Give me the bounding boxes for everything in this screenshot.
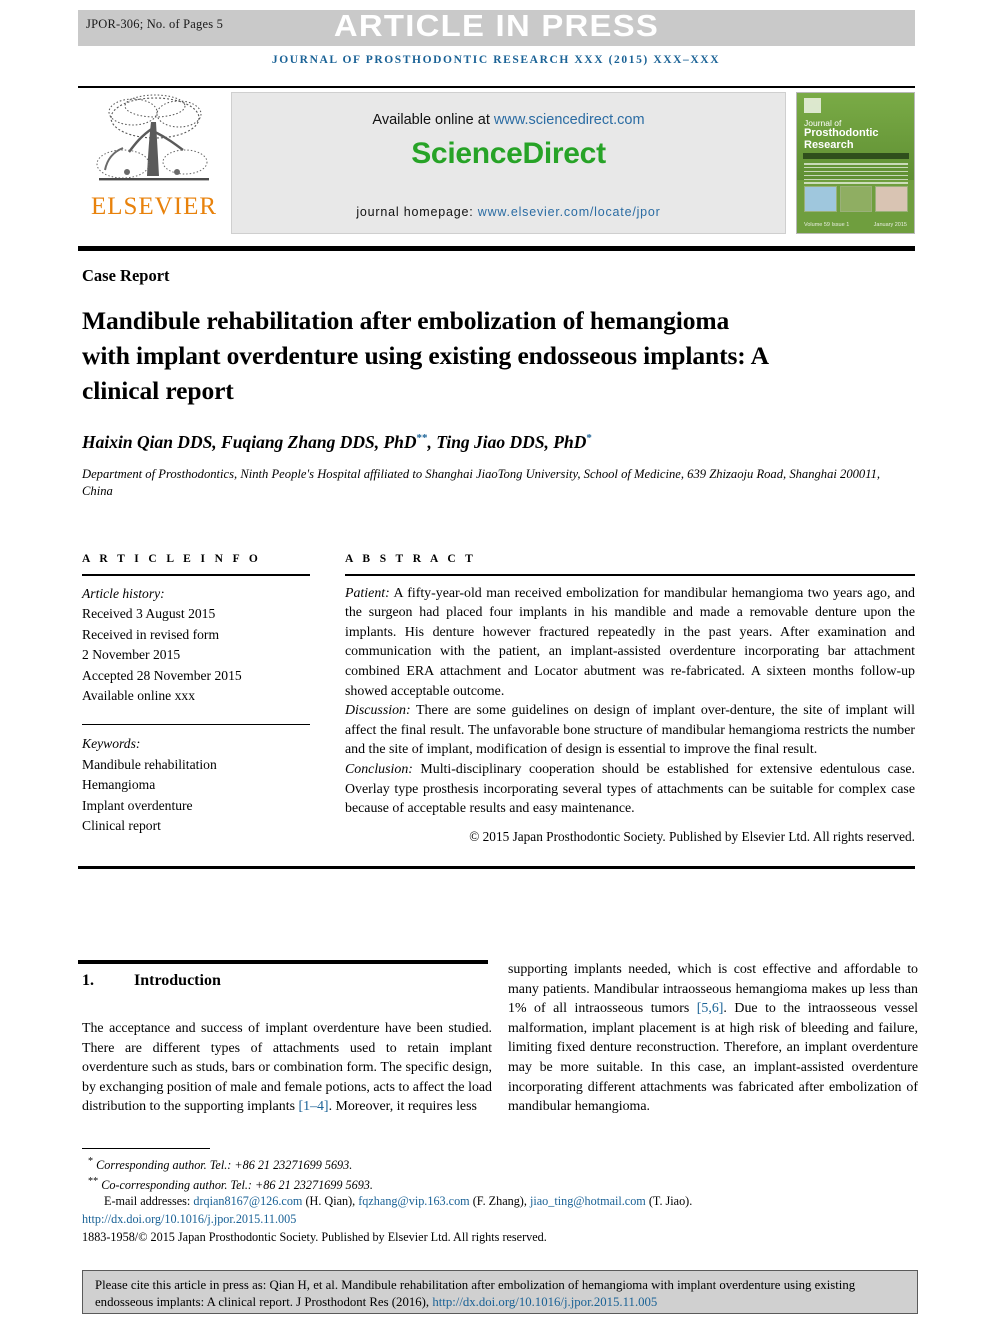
abstract-conclusion-text: Multi-disciplinary cooperation should be…: [345, 761, 915, 817]
keyword-item: Implant overdenture: [82, 797, 193, 813]
keyword-item: Clinical report: [82, 818, 161, 834]
abstract-discussion-label: Discussion:: [345, 703, 411, 719]
keyword-item: Hemangioma: [82, 777, 156, 793]
article-type-label: Case Report: [82, 266, 170, 285]
journal-cover-thumbnail: Journal of Prosthodontic Research Volume…: [796, 92, 915, 234]
email-label: E-mail addresses:: [104, 1194, 194, 1209]
author-footnote-mark-2[interactable]: **: [417, 432, 428, 444]
abstract-patient-label: Patient:: [345, 585, 390, 601]
abstract-conclusion-label: Conclusion:: [345, 761, 413, 777]
intro-paragraph-left: The acceptance and success of implant ov…: [82, 1019, 492, 1117]
email-owner-zhang: (F. Zhang),: [469, 1194, 530, 1209]
journal-homepage-line: journal homepage: www.elsevier.com/locat…: [232, 205, 785, 219]
keywords-rule: [82, 723, 310, 726]
body-column-left: 1. Introduction The acceptance and succes…: [82, 960, 492, 1117]
history-item: Received 3 August 2015: [82, 606, 216, 622]
intro-paragraph-right: supporting implants needed, which is cos…: [508, 960, 918, 1117]
email-owner-qian: (H. Qian),: [302, 1194, 359, 1209]
elsevier-tree-icon: [96, 94, 209, 181]
elsevier-wordmark: ELSEVIER: [90, 193, 218, 220]
cover-volume: Volume 59 Issue 1: [804, 222, 850, 228]
page-title: Mandibule rehabilitation after embolizat…: [82, 306, 768, 405]
author-footnote-mark-1[interactable]: *: [586, 432, 592, 444]
title-top-rule: [78, 246, 915, 251]
article-history-label: Article history:: [82, 585, 165, 601]
history-item: 2 November 2015: [82, 647, 181, 663]
email-owner-jiao: (T. Jiao).: [645, 1194, 693, 1209]
article-in-press-text: ARTICLE IN PRESS: [333, 8, 660, 43]
keywords-label: Keywords:: [82, 736, 141, 752]
abstract-bottom-rule: [78, 866, 915, 869]
available-online-text: Available online at: [372, 112, 494, 128]
cover-title-line2: Prosthodontic Research: [804, 127, 879, 151]
keywords-block: Keywords: Mandibule rehabilitation Heman…: [82, 734, 310, 837]
abstract-patient-paragraph: Patient: A fifty-year-old man received e…: [345, 584, 915, 702]
section-number: 1.: [82, 972, 94, 989]
cover-footer: Volume 59 Issue 1 January 2015: [804, 222, 907, 228]
authors-text: Haixin Qian DDS, Fuqiang Zhang DDS, PhD: [82, 432, 417, 452]
cover-highlight-lines: [804, 163, 908, 186]
masthead-top-rule: [78, 86, 915, 88]
email-link-zhang[interactable]: fqzhang@vip.163.com: [358, 1194, 469, 1208]
article-history-block: Article history: Received 3 August 2015 …: [82, 584, 310, 707]
author-list: Haixin Qian DDS, Fuqiang Zhang DDS, PhD*…: [82, 432, 882, 453]
abstract-conclusion-paragraph: Conclusion: Multi-disciplinary cooperati…: [345, 760, 915, 819]
abstract-patient-text: A fifty-year-old man received embolizati…: [345, 585, 915, 699]
article-info-column: A R T I C L E I N F O Article history: R…: [82, 553, 310, 837]
citation-ref-1-4[interactable]: [1–4]: [298, 1099, 328, 1114]
issn-copyright-line: 1883-1958/© 2015 Japan Prosthodontic Soc…: [82, 1229, 547, 1244]
cover-society-logo-icon: [804, 98, 821, 113]
article-info-rule: [82, 574, 310, 576]
article-info-heading: A R T I C L E I N F O: [82, 553, 262, 565]
email-link-qian[interactable]: drqian8167@126.com: [193, 1194, 302, 1208]
intro-right-text-b: . Due to the intraosseous vessel malform…: [508, 1001, 918, 1115]
affiliation: Department of Prosthodontics, Ninth Peop…: [82, 467, 881, 498]
journal-running-head: JOURNAL OF PROSTHODONTIC RESEARCH XXX (2…: [271, 54, 721, 66]
abstract-copyright: © 2015 Japan Prosthodontic Society. Publ…: [469, 828, 915, 844]
section-heading-introduction: 1. Introduction: [82, 972, 492, 990]
sciencedirect-banner: Available online at www.sciencedirect.co…: [231, 92, 786, 234]
article-in-press-banner: JPOR-306; No. of Pages 5 ARTICLE IN PRES…: [78, 8, 915, 46]
co-corresponding-author-note: ** Co-corresponding author. Tel.: +86 21…: [82, 1174, 918, 1194]
co-corresponding-text: Co-corresponding author. Tel.: +86 21 23…: [98, 1177, 373, 1192]
cover-society-bar: [803, 153, 909, 159]
abstract-body: Patient: A fifty-year-old man received e…: [345, 584, 915, 819]
body-column-right: supporting implants needed, which is cos…: [508, 960, 918, 1117]
corresponding-author-note: * Corresponding author. Tel.: +86 21 232…: [82, 1154, 918, 1174]
keyword-item: Mandibule rehabilitation: [82, 756, 217, 772]
abstract-heading: A B S T R A C T: [345, 553, 477, 565]
corresponding-text: Corresponding author. Tel.: +86 21 23271…: [93, 1158, 353, 1173]
footnote-separator-rule: [82, 1148, 210, 1150]
co-corresponding-mark: **: [88, 1175, 99, 1187]
email-link-jiao[interactable]: jiao_ting@hotmail.com: [530, 1194, 646, 1208]
abstract-column: A B S T R A C T Patient: A fifty-year-ol…: [345, 553, 915, 845]
doi-link[interactable]: http://dx.doi.org/10.1016/j.jpor.2015.11…: [82, 1211, 918, 1228]
elsevier-logo: ELSEVIER: [78, 92, 230, 234]
section-title: Introduction: [134, 972, 221, 989]
cite-doi-link[interactable]: http://dx.doi.org/10.1016/j.jpor.2015.11…: [432, 1295, 657, 1309]
available-online-line: Available online at www.sciencedirect.co…: [232, 112, 785, 128]
cite-this-article-box: Please cite this article in press as: Qi…: [82, 1270, 918, 1314]
footnotes: * Corresponding author. Tel.: +86 21 232…: [82, 1154, 918, 1245]
email-addresses-line: E-mail addresses: drqian8167@126.com (H.…: [82, 1193, 918, 1210]
journal-homepage-label: journal homepage:: [356, 205, 478, 219]
history-item: Accepted 28 November 2015: [82, 667, 242, 683]
abstract-discussion-paragraph: Discussion: There are some guidelines on…: [345, 701, 915, 760]
journal-homepage-link[interactable]: www.elsevier.com/locate/jpor: [478, 205, 661, 219]
sciencedirect-url-link[interactable]: www.sciencedirect.com: [494, 112, 645, 128]
citation-ref-5-6[interactable]: [5,6]: [697, 1001, 724, 1016]
sciencedirect-logo: ScienceDirect: [411, 137, 606, 170]
intro-text-b: . Moreover, it requires less: [328, 1099, 477, 1115]
authors-text-cont: , Ting Jiao DDS, PhD: [427, 432, 587, 452]
history-item: Available online xxx: [82, 688, 195, 704]
cover-images: [804, 186, 909, 212]
masthead: ELSEVIER Available online at www.science…: [78, 86, 915, 236]
history-item: Received in revised form: [82, 626, 220, 642]
cover-date: January 2015: [873, 222, 907, 228]
abstract-discussion-text: There are some guidelines on design of i…: [345, 703, 915, 758]
abstract-rule: [345, 574, 915, 576]
